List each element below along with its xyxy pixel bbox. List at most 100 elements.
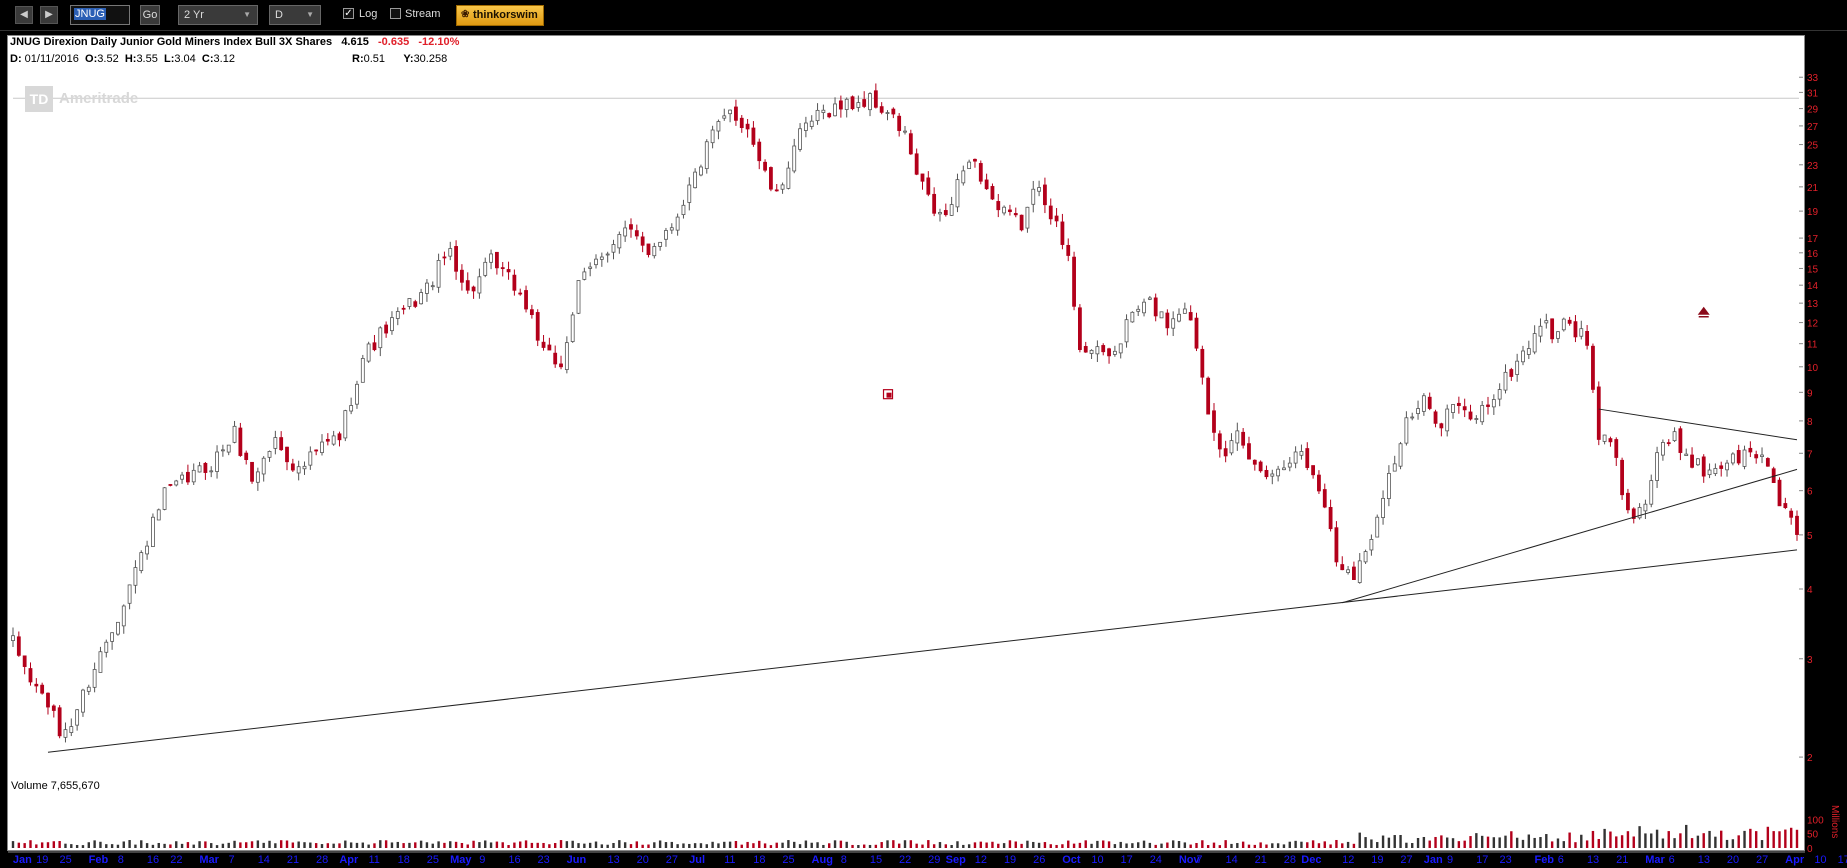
y-tick-label: 17 [1807,234,1819,245]
candle-up [576,280,581,314]
candle-up [1655,452,1659,481]
volume-bar [979,841,982,848]
volume-bar [524,840,528,848]
volume-bar [1341,843,1344,848]
volume-bar [163,843,166,848]
candle-down [1550,318,1555,340]
volume-bar [583,843,586,848]
candle-up [1147,297,1152,300]
volume-bar [1411,843,1414,848]
volume-bar [944,844,948,848]
volume-bar [962,844,965,848]
candle-down [1165,312,1170,329]
candle-up [1474,418,1479,420]
candle-up [127,584,132,604]
volume-bar [1055,844,1058,848]
volume-bar [279,840,283,848]
y-tick-label: 27 [1807,122,1819,133]
price-chart[interactable]: 2345678910111213141516171921232527293133… [0,0,1847,868]
volume-bar [1620,835,1624,848]
x-tick-label: May [450,854,472,866]
volume-bar [816,842,819,848]
x-tick-label: Apr [1785,854,1805,866]
volume-bar [967,844,971,848]
candle-up [98,651,103,673]
candle-up [255,471,260,483]
candle-up [1357,560,1362,583]
candle-down [186,471,190,483]
candle-down [1083,346,1088,353]
x-tick-label: Oct [1062,854,1081,866]
x-tick-label: Jul [689,854,705,866]
volume-bar [198,841,201,848]
candle-down [739,117,744,129]
volume-bar [804,840,808,848]
volume-bar [711,841,714,848]
volume-bar [134,844,137,848]
volume-bar [641,844,644,848]
volume-bar [466,844,469,848]
candle-up [1299,451,1304,456]
candle-up [1270,473,1275,477]
volume-bar [676,844,679,848]
volume-bar [1498,837,1501,848]
candle-down [529,309,534,315]
volume-bar [1609,831,1612,848]
x-tick-label: 7 [229,854,235,866]
volume-bar [419,840,423,848]
y-tick-label: 4 [1807,585,1813,596]
candle-down [1462,406,1467,411]
volume-bar [40,842,44,848]
high-value: 3.55 [136,53,158,65]
x-tick-label: Sep [946,854,966,866]
volume-bar [320,844,324,848]
y-tick-label: 14 [1807,281,1819,292]
candle-up [1346,569,1350,573]
candle-up [378,327,383,349]
candle-up [588,266,593,269]
x-tick-label: 7 [1196,854,1202,866]
volume-bar [1282,844,1286,848]
volume-bar [734,840,738,848]
volume-tick-label: 0 [1807,844,1813,855]
x-tick-label: 23 [538,854,550,866]
volume-bar [1230,843,1233,848]
candle-up [844,98,849,110]
x-tick-label: 24 [1150,854,1162,866]
candle-up [1684,453,1689,456]
ohlc-readout: D: 01/11/2016 O:3.52 H:3.55 L:3.04 C:3.1… [10,53,235,65]
candle-down [1567,319,1572,324]
y-tick-label: 33 [1807,73,1819,84]
x-tick-label: 13 [1587,854,1599,866]
volume-bar [758,840,761,848]
volume-bar [997,843,1000,848]
volume-bar [1183,842,1187,848]
y-tick-label: 13 [1807,299,1819,310]
candle-down [1013,213,1018,216]
volume-bar [186,842,190,848]
candle-up [1521,350,1525,363]
candle-up [63,729,68,738]
volume-bar [1451,838,1455,848]
x-tick-label: 27 [666,854,678,866]
x-tick-label: 22 [170,854,182,866]
volume-bar [52,841,56,848]
volume-bar [1737,835,1740,848]
volume-bar [449,841,452,848]
volume-bar [1445,837,1449,848]
y-tick-label: 29 [1807,105,1819,116]
volume-bar [245,842,248,848]
candle-down [1439,423,1444,429]
candle-up [710,129,715,144]
volume-bar [262,842,265,848]
y-tick-label: 6 [1807,487,1813,498]
volume-bar [932,844,936,848]
candle-down [763,161,767,171]
volume-bar [1113,844,1117,848]
volume-bar [746,841,749,848]
volume-bar [1020,843,1023,848]
volume-bar [1545,834,1548,848]
volume-bar [1789,827,1793,848]
volume-bar [437,841,440,848]
candle-down [1048,205,1053,220]
